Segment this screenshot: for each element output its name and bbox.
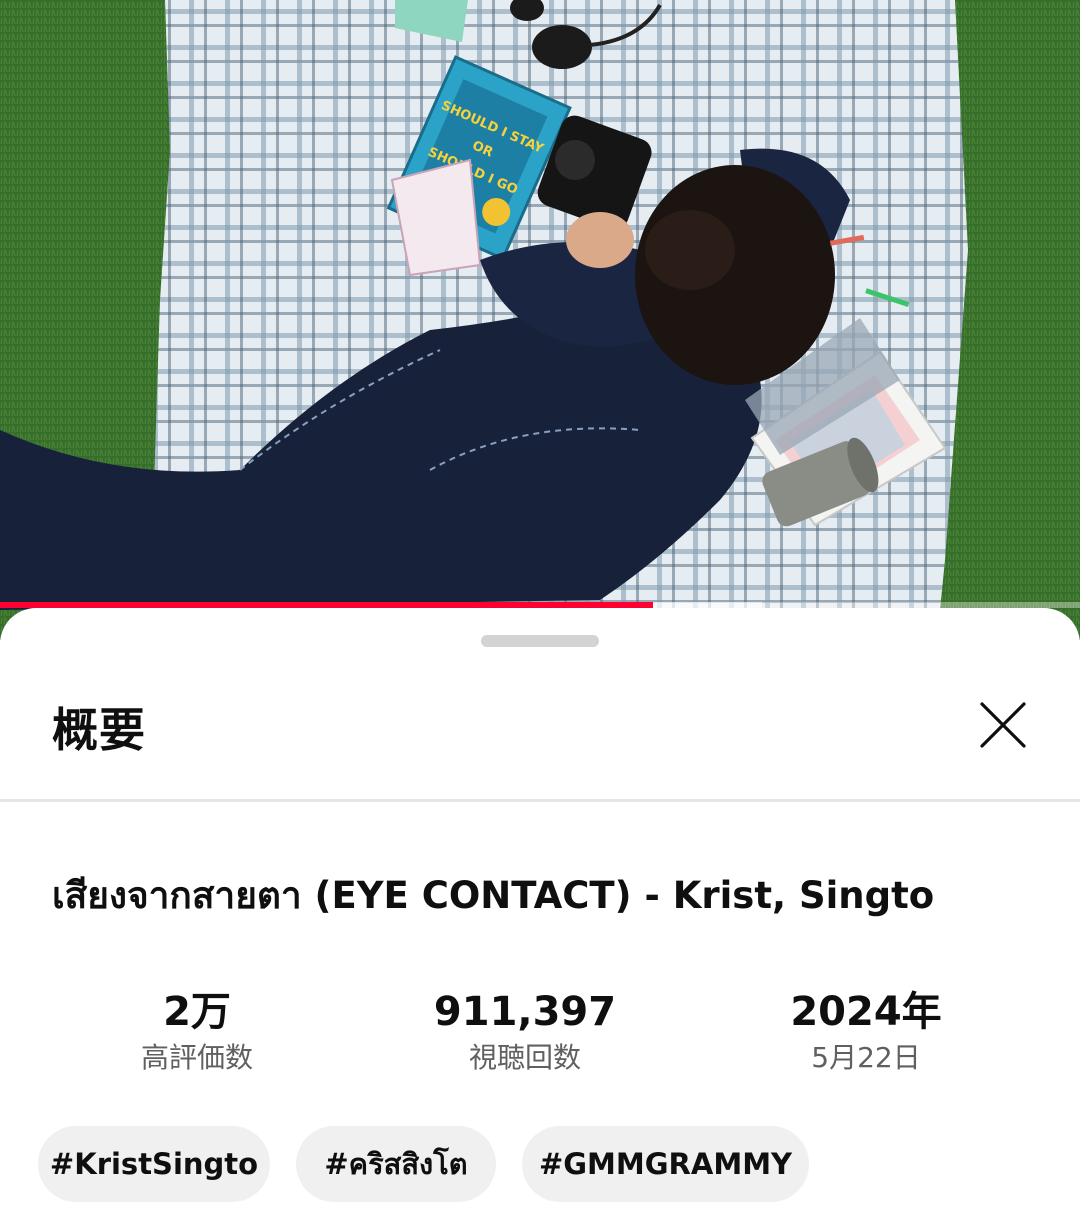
stat-date-year: 2024年 (790, 989, 942, 1035)
video-player[interactable]: SHOULD I STAY OR SHOULD I GO (0, 0, 1080, 640)
hashtag-chip[interactable]: #คริสสิงโต (296, 1126, 496, 1202)
stat-views-value: 911,397 (433, 989, 617, 1035)
drag-handle[interactable] (481, 635, 599, 647)
description-sheet: 概要 เสียงจากสายตา (EYE CONTACT) - Krist, … (0, 608, 1080, 1218)
stat-views-label: 視聴回数 (468, 1041, 581, 1074)
close-button[interactable] (972, 694, 1034, 756)
hashtag-chip[interactable]: #KristSingto (38, 1126, 270, 1202)
stat-date: 2024年 5月22日 (716, 986, 1016, 1078)
stat-views: 911,397 視聴回数 (375, 986, 675, 1078)
sheet-title: 概要 (52, 703, 146, 757)
divider (0, 799, 1080, 802)
hashtag-chip[interactable]: #GMMGRAMMY (522, 1126, 809, 1202)
video-frame-image: SHOULD I STAY OR SHOULD I GO (0, 0, 1080, 640)
video-title: เสียงจากสายตา (EYE CONTACT) - Krist, Sin… (52, 874, 935, 917)
stat-date-day: 5月22日 (811, 1041, 921, 1074)
close-icon (980, 702, 1026, 748)
stat-likes: 2万 高評価数 (47, 986, 347, 1078)
stat-likes-value: 2万 (163, 989, 231, 1035)
stat-likes-label: 高評価数 (140, 1041, 253, 1074)
